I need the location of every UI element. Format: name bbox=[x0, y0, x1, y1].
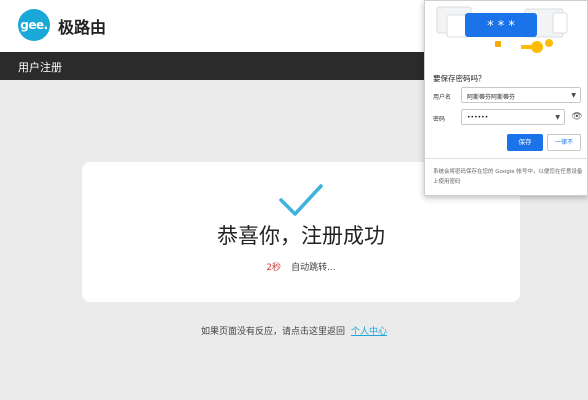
personal-center-link[interactable]: 个人中心 bbox=[351, 327, 387, 337]
redirect-text: 自动跳转... bbox=[291, 263, 336, 273]
footer-return: 如果页面没有反应，请点击这里返回 个人中心 bbox=[0, 324, 588, 337]
chevron-down-icon: ▼ bbox=[571, 92, 576, 99]
save-button[interactable]: 保存 bbox=[507, 134, 543, 151]
redirect-notice: 2秒 自动跳转... bbox=[82, 260, 520, 273]
brand-logo[interactable]: gee. bbox=[18, 9, 50, 41]
password-value: •••••• bbox=[467, 114, 489, 121]
password-illustration: * * * bbox=[436, 6, 568, 53]
brand-name: 极路由 bbox=[58, 18, 107, 37]
show-password-icon[interactable]: 👁 bbox=[571, 112, 583, 122]
nav-title: 用户注册 bbox=[18, 61, 62, 74]
divider bbox=[425, 158, 587, 159]
save-password-popup: * * * 要保存密码吗？ 用户名 阿斯蒂芬阿斯蒂芬 ▼ 密码 •••••• ▼… bbox=[424, 0, 588, 196]
password-label: 密码 bbox=[433, 116, 446, 123]
password-select[interactable]: •••••• ▼ bbox=[461, 109, 565, 125]
footer-text: 如果页面没有反应，请点击这里返回 bbox=[200, 327, 345, 337]
username-select[interactable]: 阿斯蒂芬阿斯蒂芬 ▼ bbox=[461, 87, 581, 103]
username-value: 阿斯蒂芬阿斯蒂芬 bbox=[467, 94, 516, 101]
masked-password-text: * * * bbox=[487, 19, 515, 34]
username-label: 用户名 bbox=[433, 94, 452, 101]
popup-footer-text: 系统会将密码保存在您的 Google 帐号中，以便您在任意设备上使用密码 bbox=[433, 169, 583, 185]
chevron-down-icon: ▼ bbox=[555, 114, 560, 121]
popup-title: 要保存密码吗？ bbox=[433, 74, 486, 83]
success-message: 恭喜你，注册成功 bbox=[217, 224, 385, 248]
countdown-timer: 2秒 bbox=[266, 263, 282, 273]
never-button[interactable]: 一律不 bbox=[547, 134, 581, 151]
logo-text: gee. bbox=[20, 18, 48, 32]
checkmark-icon bbox=[279, 184, 323, 216]
